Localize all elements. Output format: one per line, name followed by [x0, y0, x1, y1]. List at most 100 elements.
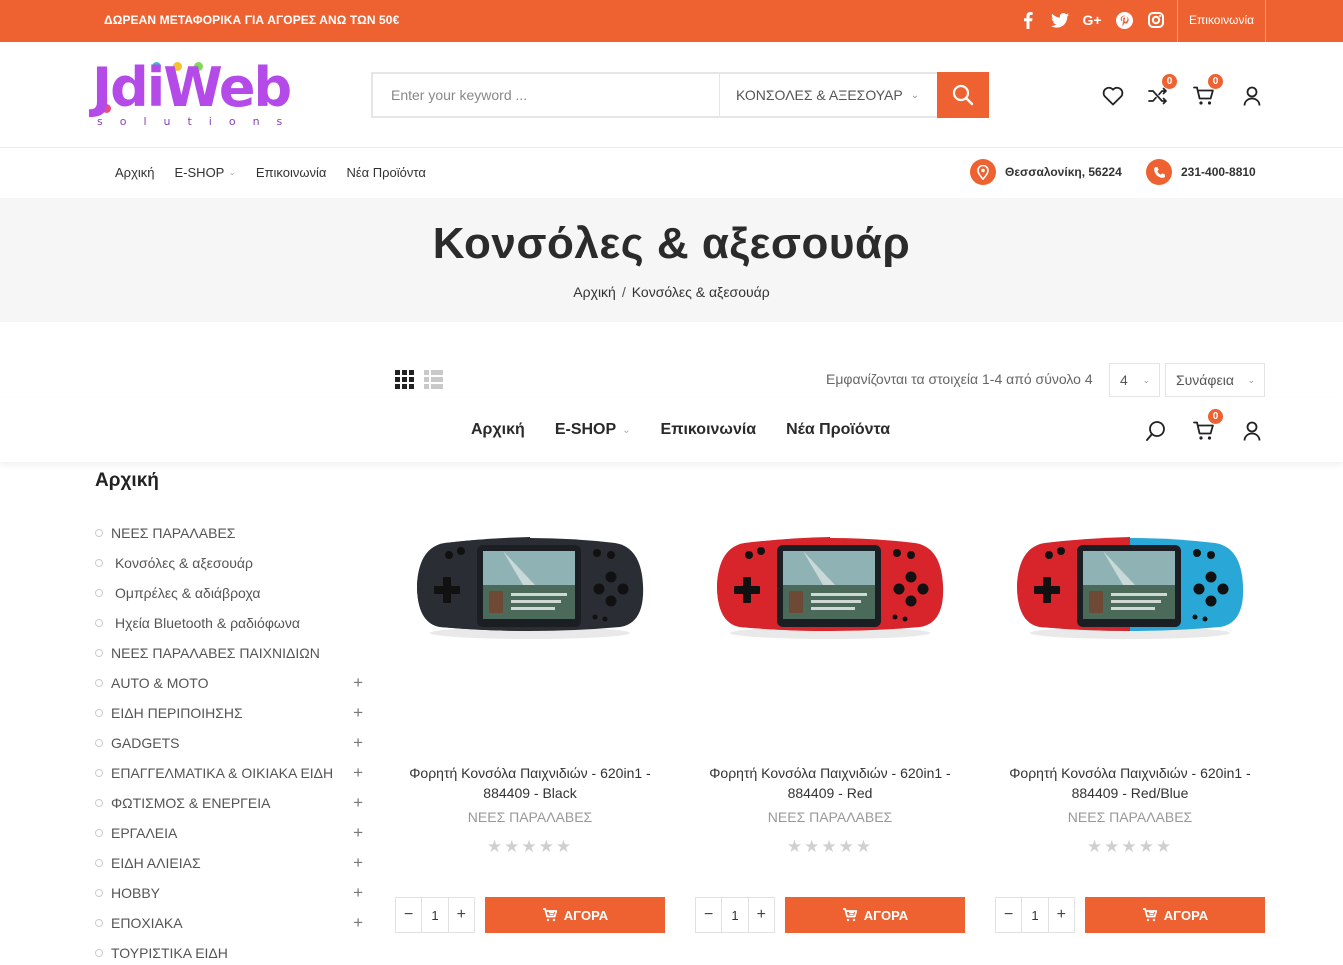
expand-plus-icon[interactable]: +: [353, 703, 363, 723]
product-image[interactable]: [715, 525, 945, 645]
compare-button[interactable]: 0: [1145, 74, 1177, 109]
facebook-icon[interactable]: [1018, 10, 1038, 30]
sidebar-category-item[interactable]: Ηχεία Bluetooth & ραδιόφωνα: [95, 608, 365, 638]
sidebar-category-item[interactable]: ΕΡΓΑΛΕΙΑ +: [95, 818, 365, 848]
sticky-nav-new-products[interactable]: Νέα Προϊόντα: [786, 421, 890, 439]
product-image[interactable]: [1015, 525, 1245, 645]
quantity-stepper: −1 +: [395, 897, 475, 933]
sidebar-category-item[interactable]: ΕΙΔΗ ΑΛΙΕΙΑΣ +: [95, 848, 365, 878]
product-name-line: 884409 - Red: [787, 785, 873, 801]
heart-icon: [1102, 86, 1124, 106]
search-input[interactable]: [373, 74, 719, 116]
sticky-nav-contact[interactable]: Επικοινωνία: [661, 421, 757, 439]
instagram-icon[interactable]: [1146, 10, 1166, 30]
quantity-value[interactable]: 1: [721, 898, 749, 932]
nav-new-products[interactable]: Νέα Προϊόντα: [346, 165, 425, 180]
page-title-band: Κονσόλες & αξεσουάρ Αρχική / Κονσόλες & αξ…: [0, 198, 1343, 322]
list-view-icon[interactable]: [424, 370, 443, 389]
nav-contact[interactable]: Επικοινωνία: [256, 165, 327, 180]
bullet-icon: [95, 769, 103, 777]
cart-count-badge: 0: [1208, 74, 1223, 89]
store-address: Θεσσαλονίκη, 56224: [970, 159, 1122, 185]
sidebar-category-item[interactable]: ΤΟΥΡΙΣΤΙΚΑ ΕΙΔΗ: [95, 938, 365, 965]
quantity-value[interactable]: 1: [1021, 898, 1049, 932]
sidebar-category-label: ΕΡΓΑΛΕΙΑ: [111, 825, 178, 841]
expand-plus-icon[interactable]: +: [353, 883, 363, 903]
expand-plus-icon[interactable]: +: [353, 853, 363, 873]
quantity-value[interactable]: 1: [421, 898, 449, 932]
star-icon: ★: [1104, 837, 1122, 856]
sidebar-category-item[interactable]: Ομπρέλες & αδιάβροχα: [95, 578, 365, 608]
product-name[interactable]: Φορητή Κονσόλα Παιχνιδιών - 620in1 - 8844…: [395, 763, 665, 803]
bullet-icon: [95, 649, 103, 657]
nav-eshop[interactable]: E-SHOP ⌄: [175, 165, 236, 180]
expand-plus-icon[interactable]: +: [353, 733, 363, 753]
twitter-icon[interactable]: [1050, 10, 1070, 30]
sticky-nav-eshop[interactable]: E-SHOP ⌄: [555, 421, 631, 439]
user-icon: [1243, 421, 1261, 441]
google-plus-icon[interactable]: G+: [1082, 10, 1102, 30]
site-logo[interactable]: JdiWeb solutions: [92, 60, 322, 130]
chevron-down-icon: ⌄: [1247, 375, 1255, 385]
product-name[interactable]: Φορητή Κονσόλα Παιχνιδιών - 620in1 - 8844…: [695, 763, 965, 803]
cart-icon: [1142, 908, 1157, 922]
increase-qty-button[interactable]: +: [449, 898, 474, 932]
sidebar-category-item[interactable]: ΝΕΕΣ ΠΑΡΑΛΑΒΕΣ ΠΑΙΧΝΙΔΙΩΝ: [95, 638, 365, 668]
sidebar-category-item[interactable]: Κονσόλες & αξεσουάρ: [95, 548, 365, 578]
sidebar-category-item[interactable]: ΕΙΔΗ ΠΕΡΙΠΟΙΗΣΗΣ +: [95, 698, 365, 728]
store-phone[interactable]: 231-400-8810: [1146, 159, 1256, 185]
quantity-stepper: −1 +: [995, 897, 1075, 933]
buy-button[interactable]: ΑΓΟΡΑ: [785, 897, 965, 933]
result-count: Εμφανίζονται τα στοιχεία 1-4 από σύνολο …: [826, 371, 1093, 387]
increase-qty-button[interactable]: +: [1049, 898, 1074, 932]
sticky-account-button[interactable]: [1239, 418, 1265, 444]
sticky-search-button[interactable]: [1143, 418, 1169, 444]
decrease-qty-button[interactable]: −: [696, 898, 721, 932]
per-page-select[interactable]: 4 ⌄: [1109, 363, 1160, 397]
account-button[interactable]: [1239, 83, 1265, 109]
expand-plus-icon[interactable]: +: [353, 823, 363, 843]
sticky-nav-home[interactable]: Αρχική: [471, 421, 525, 439]
buy-button[interactable]: ΑΓΟΡΑ: [1085, 897, 1265, 933]
topbar-contact-link[interactable]: Επικοινωνία: [1189, 13, 1254, 27]
expand-plus-icon[interactable]: +: [353, 763, 363, 783]
decrease-qty-button[interactable]: −: [996, 898, 1021, 932]
sidebar-category-label: ΕΠΑΓΓΕΛΜΑΤΙΚΑ & ΟΙΚΙΑΚΑ ΕΙΔΗ: [111, 765, 334, 781]
cart-button[interactable]: 0: [1191, 74, 1223, 109]
breadcrumb-home[interactable]: Αρχική: [573, 284, 616, 300]
increase-qty-button[interactable]: +: [749, 898, 774, 932]
product-name[interactable]: Φορητή Κονσόλα Παιχνιδιών - 620in1 - 8844…: [995, 763, 1265, 803]
sidebar-category-item[interactable]: ΝΕΕΣ ΠΑΡΑΛΑΒΕΣ: [95, 518, 365, 548]
product-card: Φορητή Κονσόλα Παιχνιδιών - 620in1 - 8844…: [695, 505, 965, 945]
wishlist-button[interactable]: [1100, 83, 1126, 109]
expand-plus-icon[interactable]: +: [353, 673, 363, 693]
sidebar-category-item[interactable]: GADGETS +: [95, 728, 365, 758]
main-nav-bar: Αρχική E-SHOP ⌄ Επικοινωνία Νέα Προϊόντα …: [0, 148, 1343, 198]
expand-plus-icon[interactable]: +: [353, 793, 363, 813]
sidebar-category-item[interactable]: AUTO & MOTO +: [95, 668, 365, 698]
bullet-icon: [95, 559, 103, 567]
breadcrumb: Αρχική / Κονσόλες & αξεσουάρ: [0, 284, 1343, 300]
sidebar-category-item[interactable]: ΕΠΑΓΓΕΛΜΑΤΙΚΑ & ΟΙΚΙΑΚΑ ΕΙΔΗ +: [95, 758, 365, 788]
sort-select[interactable]: Συνάφεια ⌄: [1165, 363, 1265, 397]
chevron-down-icon: ⌄: [228, 167, 236, 177]
nav-home[interactable]: Αρχική: [115, 165, 155, 180]
sidebar-category-label: ΝΕΕΣ ΠΑΡΑΛΑΒΕΣ ΠΑΙΧΝΙΔΙΩΝ: [111, 645, 320, 661]
sidebar-category-item[interactable]: HOBBY +: [95, 878, 365, 908]
sidebar-category-item[interactable]: ΕΠΟΧΙΑΚΑ +: [95, 908, 365, 938]
decrease-qty-button[interactable]: −: [396, 898, 421, 932]
pinterest-icon[interactable]: [1114, 10, 1134, 30]
search-button[interactable]: [937, 72, 989, 118]
nav-label: Αρχική: [115, 165, 155, 180]
grid-view-icon[interactable]: [395, 370, 414, 389]
sidebar-category-label: ΤΟΥΡΙΣΤΙΚΑ ΕΙΔΗ: [111, 945, 228, 961]
sticky-cart-button[interactable]: 0: [1191, 409, 1223, 444]
sidebar-category-item[interactable]: ΦΩΤΙΣΜΟΣ & ΕΝΕΡΓΕΙΑ +: [95, 788, 365, 818]
expand-plus-icon[interactable]: +: [353, 913, 363, 933]
cart-icon: [542, 908, 557, 922]
search-category-select[interactable]: ΚΟΝΣΟΛΕΣ & ΑΞΕΣΟΥΑΡ ⌄: [719, 74, 937, 116]
sidebar-category-label: ΕΠΟΧΙΑΚΑ: [111, 915, 183, 931]
buy-button[interactable]: ΑΓΟΡΑ: [485, 897, 665, 933]
product-image[interactable]: [415, 525, 645, 645]
bullet-icon: [95, 919, 103, 927]
